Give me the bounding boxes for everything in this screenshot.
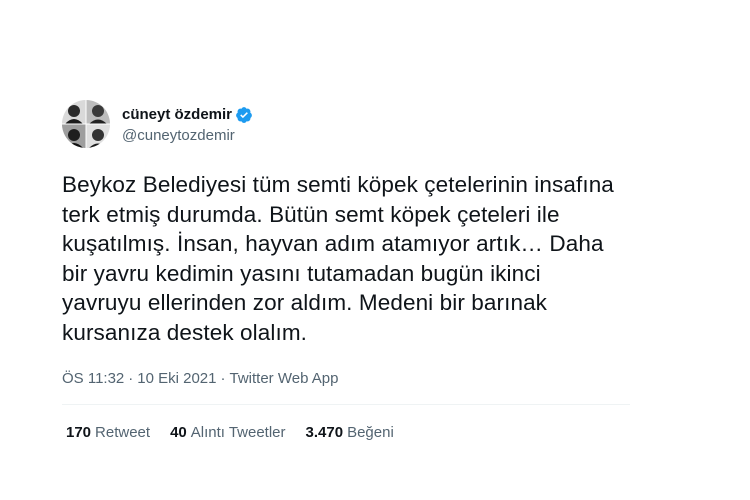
tweet-header: cüneyt özdemir @cuneytozdemir	[62, 98, 632, 150]
tweet-time-link[interactable]: ÖS 11:32	[62, 370, 124, 387]
tweet-meta: ÖS 11:32 · 10 Eki 2021 · Twitter Web App	[62, 368, 632, 388]
likes-stat[interactable]: 3.470 Beğeni	[306, 424, 394, 441]
tweet-text-line: yavruyu ellerinden zor aldım. Medeni bir…	[62, 290, 548, 315]
avatar-image	[62, 100, 110, 148]
tweet-text-line: kursanıza destek olalım.	[62, 319, 308, 345]
tweet-text-line: kuşatılmış. İnsan, hayvan adım atamıyor …	[62, 231, 604, 256]
tweet-stats: 170 Retweet 40 Alıntı Tweetler 3.470 Beğ…	[66, 422, 632, 442]
likes-label: Beğeni	[347, 423, 394, 441]
tweet-text-line: bir yavru kedimin yasını tutamadan bugün…	[62, 260, 541, 286]
avatar[interactable]	[62, 100, 110, 148]
tweet-text: Beykoz Belediyesi tüm semti köpek çetele…	[62, 170, 632, 347]
tweet-source-link[interactable]: Twitter Web App	[230, 370, 339, 387]
quotes-stat[interactable]: 40 Alıntı Tweetler	[170, 424, 285, 441]
tweet-text-line: Beykoz Belediyesi tüm semti köpek çetele…	[62, 172, 614, 197]
name-row: cüneyt özdemir	[122, 105, 253, 125]
retweets-count: 170	[66, 423, 92, 441]
meta-separator: ·	[128, 369, 134, 387]
tweet-text-line: terk etmiş durumda. Bütün semt köpek çet…	[62, 201, 560, 227]
meta-separator: ·	[220, 369, 226, 387]
retweets-stat[interactable]: 170 Retweet	[66, 424, 150, 441]
quotes-label: Alıntı Tweetler	[190, 423, 286, 441]
retweets-label: Retweet	[95, 423, 151, 441]
tweet-date-link[interactable]: 10 Eki 2021	[137, 370, 216, 387]
divider	[62, 404, 630, 405]
tweet-card: cüneyt özdemir @cuneytozdemir Beykoz Bel…	[62, 98, 632, 442]
verified-badge-icon	[235, 106, 253, 124]
author-names: cüneyt özdemir @cuneytozdemir	[122, 105, 253, 144]
likes-count: 3.470	[305, 423, 344, 441]
author-handle[interactable]: @cuneytozdemir	[122, 127, 253, 144]
quotes-count: 40	[170, 423, 187, 441]
author-display-name[interactable]: cüneyt özdemir	[122, 106, 232, 123]
